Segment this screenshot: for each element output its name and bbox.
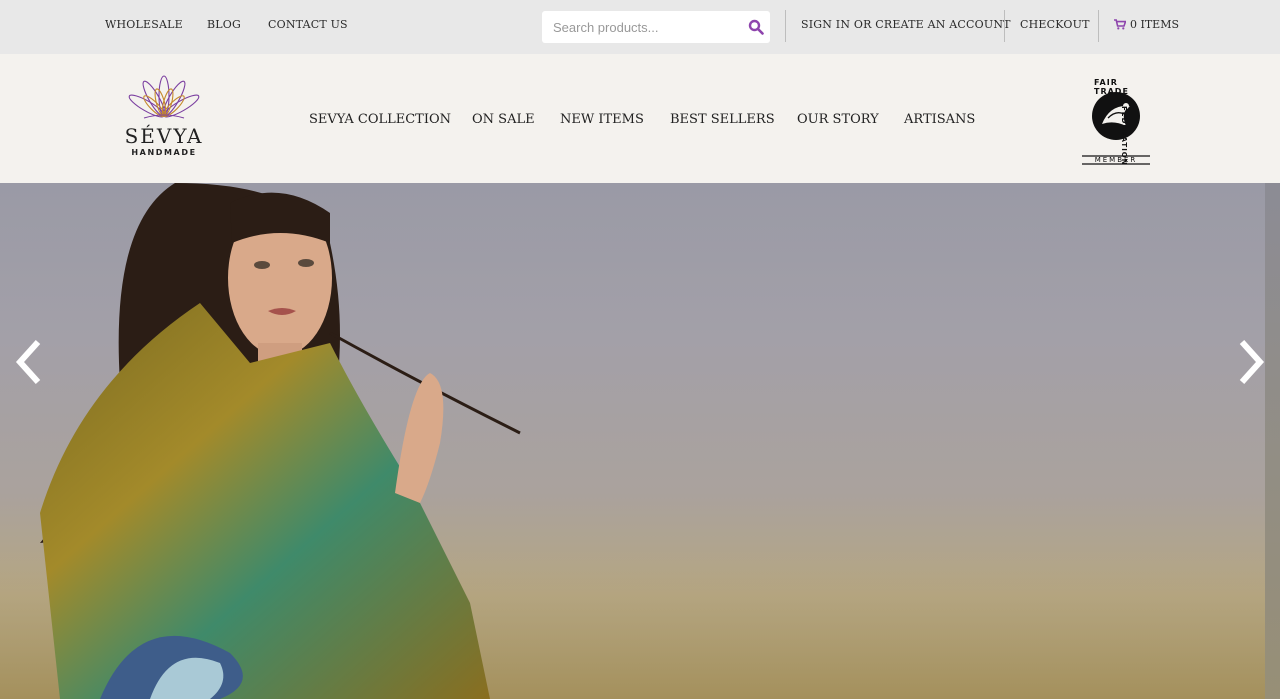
- checkout-link[interactable]: CHECKOUT: [1020, 18, 1090, 31]
- search-icon: [748, 19, 764, 35]
- nav-artisans[interactable]: ARTISANS: [904, 112, 975, 127]
- lotus-icon: [128, 75, 200, 119]
- logo-wordmark: SÉVYA: [124, 124, 204, 148]
- search-button[interactable]: [746, 17, 766, 37]
- hero-slider: [0, 183, 1265, 699]
- slider-prev-button[interactable]: [12, 338, 46, 386]
- cart-icon: [1114, 19, 1126, 30]
- divider: [1098, 10, 1099, 42]
- badge-member-text: MEMBER: [1094, 156, 1138, 164]
- logo-tagline: HANDMADE: [131, 148, 197, 157]
- nav-sevya-collection[interactable]: SEVYA COLLECTION: [309, 112, 451, 127]
- blog-link[interactable]: BLOG: [207, 18, 241, 31]
- chevron-left-icon: [15, 339, 41, 385]
- nav-on-sale[interactable]: ON SALE: [472, 112, 535, 127]
- nav-new-items[interactable]: NEW ITEMS: [560, 112, 644, 127]
- nav-our-story[interactable]: OUR STORY: [797, 112, 879, 127]
- nav-best-sellers[interactable]: BEST SELLERS: [670, 112, 775, 127]
- search-input[interactable]: [542, 11, 742, 43]
- search-box: [542, 11, 770, 43]
- sign-in-link[interactable]: SIGN IN OR CREATE AN ACCOUNT: [801, 18, 1011, 31]
- hero-image: [0, 183, 1265, 699]
- chevron-right-icon: [1239, 339, 1265, 385]
- site-header: SÉVYA HANDMADE SEVYA COLLECTION ON SALE …: [0, 54, 1280, 183]
- contact-us-link[interactable]: CONTACT US: [268, 18, 348, 31]
- site-logo[interactable]: SÉVYA HANDMADE: [118, 72, 210, 160]
- badge-top-text: FAIR TRADE: [1094, 78, 1129, 96]
- cart-link[interactable]: 0 ITEMS: [1114, 18, 1179, 31]
- utility-bar: WHOLESALE BLOG CONTACT US SIGN IN OR CRE…: [0, 0, 1280, 54]
- cart-count: 0 ITEMS: [1130, 18, 1180, 31]
- wholesale-link[interactable]: WHOLESALE: [105, 18, 183, 31]
- divider: [785, 10, 786, 42]
- fair-trade-badge[interactable]: FAIR TRADE FEDERATION MEMBER: [1080, 76, 1152, 166]
- slider-next-button[interactable]: [1234, 338, 1268, 386]
- divider: [1004, 10, 1005, 42]
- next-slide-peek: [1265, 183, 1280, 699]
